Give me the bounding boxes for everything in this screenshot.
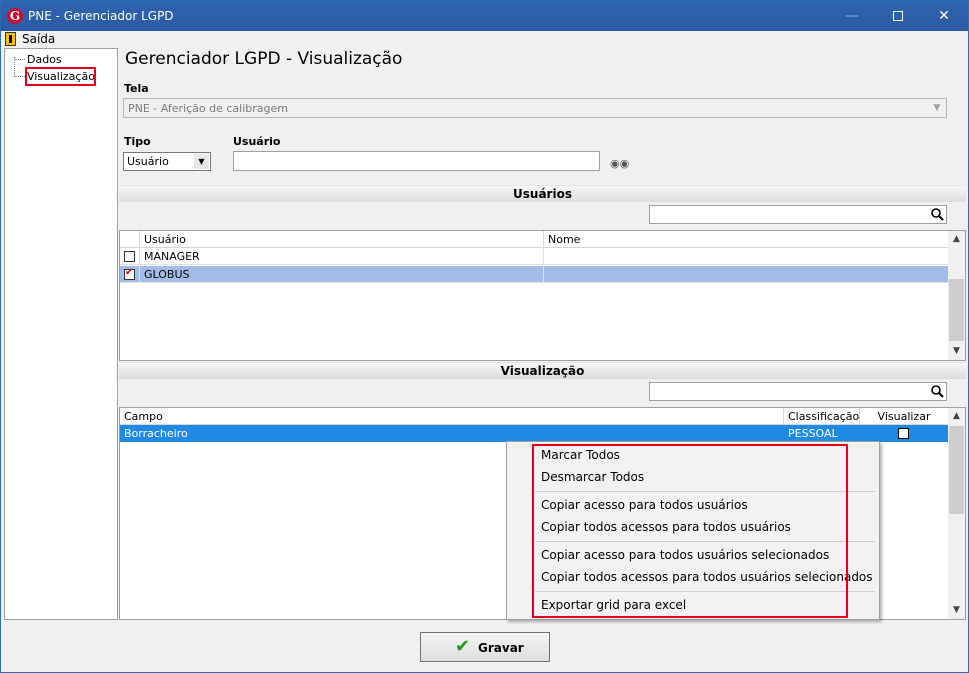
row-check-cell <box>120 248 140 265</box>
save-button[interactable]: ✔ Gravar <box>420 632 550 662</box>
window-title: PNE - Gerenciador LGPD <box>28 9 174 23</box>
chevron-down-icon: ▼ <box>933 103 941 113</box>
tipo-select-value: Usuário <box>127 155 169 168</box>
row-check-cell <box>120 266 140 283</box>
table-row[interactable]: Borracheiro PESSOAL <box>120 425 949 442</box>
app-logo-icon: G <box>7 8 23 24</box>
cell-usuario: GLOBUS <box>140 266 544 283</box>
tela-select-value: PNE - Aferição de calibragem <box>128 102 288 115</box>
row-checkbox[interactable] <box>124 251 135 262</box>
scroll-down-icon[interactable]: ▼ <box>948 343 965 360</box>
chevron-down-icon: ▼ <box>194 154 209 169</box>
grid-header-usuario[interactable]: Usuário <box>140 231 544 248</box>
app-window: G PNE - Gerenciador LGPD — ✕ Saída Dados… <box>0 0 969 673</box>
usuario-input[interactable] <box>233 151 600 171</box>
usuarios-section-header: Usuários <box>119 185 966 202</box>
context-menu-highlight <box>532 444 848 618</box>
tela-label: Tela <box>124 82 149 95</box>
cell-usuario: MANAGER <box>140 248 544 265</box>
grid-header-campo[interactable]: Campo <box>120 408 784 425</box>
grid-header-classificacao[interactable]: Classificação <box>784 408 860 425</box>
usuario-label: Usuário <box>233 135 281 148</box>
minimize-button[interactable]: — <box>829 1 875 31</box>
title-bar[interactable]: G PNE - Gerenciador LGPD — ✕ <box>1 1 968 31</box>
scroll-down-icon[interactable]: ▼ <box>948 602 965 619</box>
cell-nome <box>544 266 949 283</box>
cell-campo: Borracheiro <box>120 425 784 442</box>
row-checkbox[interactable] <box>124 267 135 280</box>
grid-header-nome[interactable]: Nome <box>544 231 949 248</box>
visualizar-checkbox[interactable] <box>898 428 909 439</box>
checkmark-icon: ✔ <box>455 636 471 657</box>
visualizacao-section-header: Visualização <box>119 362 966 379</box>
cell-nome <box>544 248 949 265</box>
tree-item-dados[interactable]: Dados <box>27 53 62 66</box>
close-button[interactable]: ✕ <box>921 1 967 31</box>
table-row[interactable]: GLOBUS <box>120 266 949 283</box>
visualizacao-scrollbar[interactable]: ▲ ▼ <box>948 408 965 619</box>
scroll-thumb[interactable] <box>949 426 964 514</box>
search-icon[interactable] <box>931 208 944 221</box>
menu-exit[interactable]: Saída <box>22 32 55 46</box>
tree-selection-highlight <box>25 67 96 86</box>
scroll-thumb[interactable] <box>949 279 964 341</box>
save-button-label: Gravar <box>478 641 524 655</box>
visualizacao-search-input[interactable] <box>649 382 947 401</box>
menu-bar: Saída <box>1 31 968 48</box>
page-title: Gerenciador LGPD - Visualização <box>125 49 403 69</box>
navigation-tree: Dados Visualização <box>4 48 118 620</box>
cell-visualizar <box>860 425 949 442</box>
usuarios-scrollbar[interactable]: ▲ ▼ <box>948 231 965 360</box>
scroll-up-icon[interactable]: ▲ <box>948 231 965 248</box>
search-icon[interactable] <box>931 385 944 398</box>
context-menu: Marcar Todos Desmarcar Todos Copiar aces… <box>506 441 880 620</box>
scroll-up-icon[interactable]: ▲ <box>948 408 965 425</box>
tree-connector <box>14 57 15 77</box>
usuarios-grid: Usuário Nome MANAGER GLOBUS ▲ ▼ <box>119 230 966 361</box>
table-row[interactable]: MANAGER <box>120 248 949 265</box>
exit-door-icon[interactable] <box>5 32 16 46</box>
tree-connector <box>15 59 25 60</box>
grid-header-visualizar[interactable]: Visualizar <box>860 408 949 425</box>
tela-select[interactable]: PNE - Aferição de calibragem ▼ <box>123 98 947 118</box>
maximize-icon <box>893 11 903 21</box>
binoculars-search-icon[interactable]: ◉◉ <box>610 157 629 170</box>
tipo-select[interactable]: Usuário ▼ <box>123 152 211 171</box>
maximize-button[interactable] <box>875 1 921 31</box>
cell-classificacao: PESSOAL <box>784 425 860 442</box>
usuarios-search-input[interactable] <box>649 205 947 224</box>
tipo-label: Tipo <box>124 135 151 148</box>
grid-header-check <box>120 231 140 248</box>
tree-connector <box>15 76 25 77</box>
